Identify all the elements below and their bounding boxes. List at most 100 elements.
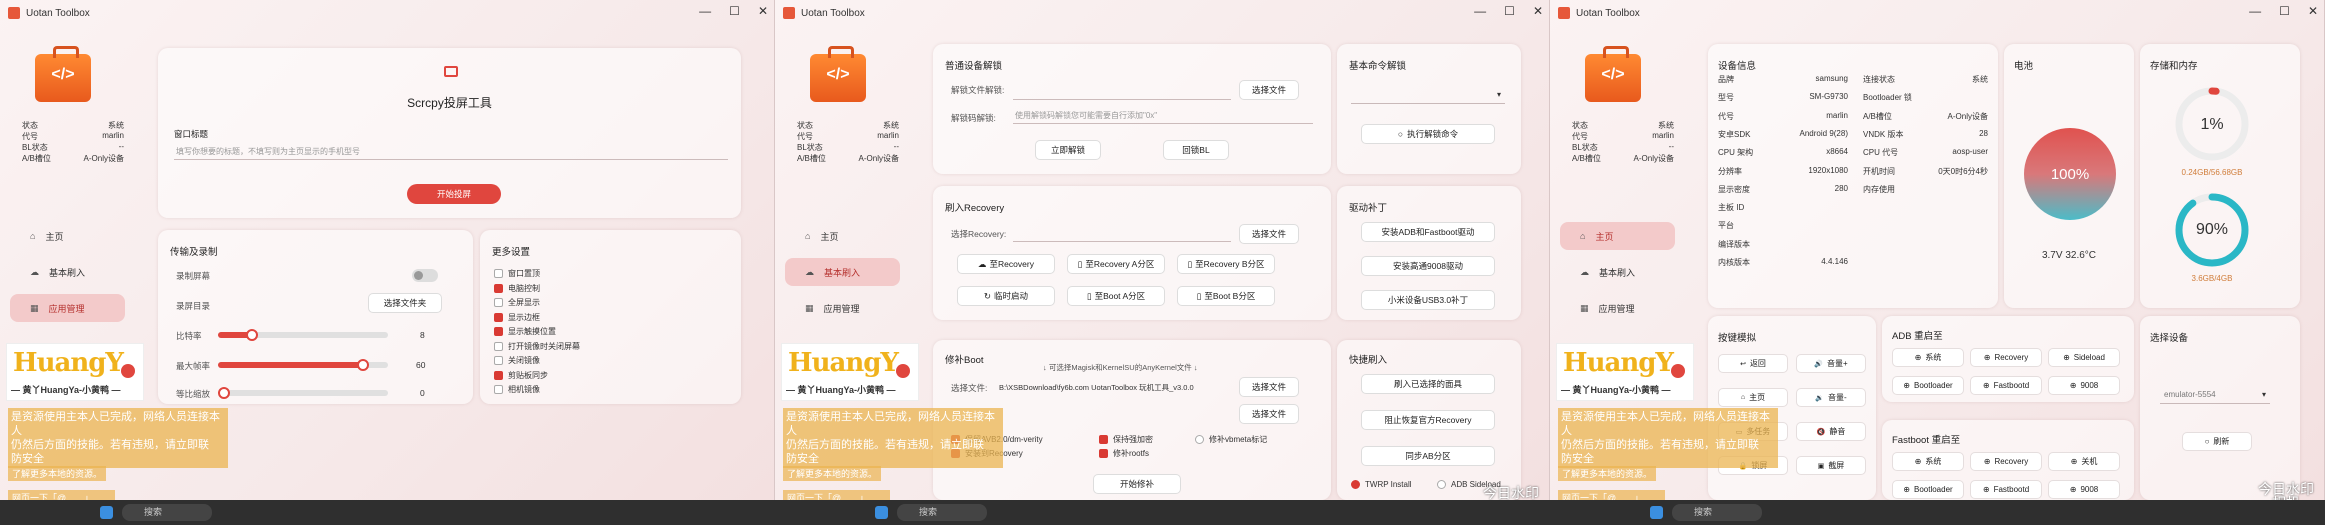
choose-folder-button[interactable]: 选择文件夹 xyxy=(368,293,442,313)
more-option[interactable]: 关闭镜像 xyxy=(494,355,540,366)
key-button[interactable]: ↩ 返回 xyxy=(1718,354,1788,373)
nav-app-manager[interactable]: ▦ 应用管理 xyxy=(785,294,900,322)
minimize-button[interactable]: — xyxy=(2249,4,2261,18)
close-button[interactable]: ✕ xyxy=(758,4,768,18)
checkbox[interactable] xyxy=(494,269,503,279)
more-option[interactable]: 显示边框 xyxy=(494,312,540,323)
nav-basic-flash[interactable]: ☁ 基本刷入 xyxy=(785,258,900,286)
run-unlock-cmd-button[interactable]: ○ 执行解锁命令 xyxy=(1361,124,1495,144)
maximize-button[interactable]: ☐ xyxy=(1504,4,1515,18)
opt-patch-rootfs[interactable]: 修补rootfs xyxy=(1099,448,1149,459)
recovery-target-button[interactable]: ▯ 至Recovery B分区 xyxy=(1177,254,1275,274)
window-title-input[interactable]: 填写你想要的标题，不填写则为主页显示的手机型号 xyxy=(174,144,728,160)
opt-keep-encrypt[interactable]: 保持强加密 xyxy=(1099,434,1153,445)
start-patch-button[interactable]: 开始修补 xyxy=(1093,474,1181,494)
reboot-target-button[interactable]: ⊕ Fastbootd xyxy=(1970,480,2042,499)
checkbox[interactable] xyxy=(494,312,503,322)
windows-start-icon-3[interactable] xyxy=(1650,506,1663,519)
more-option[interactable]: 全屏显示 xyxy=(494,297,540,308)
checkbox[interactable] xyxy=(494,385,503,395)
refresh-button[interactable]: ○ 刷新 xyxy=(2182,432,2252,451)
fps-slider[interactable] xyxy=(218,359,388,371)
start-mirror-button[interactable]: 开始投屏 xyxy=(407,184,501,204)
recovery-target-button[interactable]: ↻ 临时启动 xyxy=(957,286,1055,306)
device-select[interactable]: emulator-5554 xyxy=(2160,386,2270,404)
maximize-button[interactable]: ☐ xyxy=(729,4,740,18)
reboot-icon: ⊕ xyxy=(1982,485,1990,494)
more-option[interactable]: 相机镜像 xyxy=(494,384,540,395)
more-option[interactable]: 显示触摸位置 xyxy=(494,326,556,337)
patch-choose-file-button[interactable]: 选择文件 xyxy=(1239,377,1299,397)
xiaomi-usb3-patch-button[interactable]: 小米设备USB3.0补丁 xyxy=(1361,290,1495,310)
checkbox[interactable] xyxy=(494,370,503,380)
more-option[interactable]: 剪贴板同步 xyxy=(494,370,548,381)
radio-twrp[interactable]: TWRP Install xyxy=(1351,480,1412,490)
unlock-file-input[interactable] xyxy=(1013,84,1231,100)
taskbar-search-3[interactable]: 搜索 xyxy=(1672,504,1762,521)
sync-ab-button[interactable]: 同步AB分区 xyxy=(1361,446,1495,466)
bitrate-slider[interactable] xyxy=(218,329,388,341)
recovery-target-button[interactable]: ▯ 至Boot B分区 xyxy=(1177,286,1275,306)
unlock-now-button[interactable]: 立即解锁 xyxy=(1035,140,1101,160)
reboot-target-button[interactable]: ⊕ Bootloader xyxy=(1892,376,1964,395)
reboot-target-button[interactable]: ⊕ Recovery xyxy=(1970,452,2042,471)
more-option[interactable]: 电脑控制 xyxy=(494,283,540,294)
unlock-code-input[interactable]: 使用解锁码解锁您可能需要自行添加"0x" xyxy=(1013,108,1313,124)
reboot-target-button[interactable]: ⊕ 关机 xyxy=(2048,452,2120,471)
checkbox[interactable] xyxy=(494,327,503,337)
maximize-button[interactable]: ☐ xyxy=(2279,4,2290,18)
checkbox[interactable] xyxy=(494,283,503,293)
block-recovery-restore-button[interactable]: 阻止恢复官方Recovery xyxy=(1361,410,1495,430)
key-button[interactable]: 🔉 音量- xyxy=(1796,388,1866,407)
nav-app-manager[interactable]: ▦ 应用管理 xyxy=(1560,294,1675,322)
reboot-target-button[interactable]: ⊕ 9008 xyxy=(2048,376,2120,395)
close-button[interactable]: ✕ xyxy=(1533,4,1543,18)
minimize-button[interactable]: — xyxy=(1474,4,1486,18)
nav-home[interactable]: ⌂ 主页 xyxy=(1560,222,1675,250)
key-button[interactable]: 🔇 静音 xyxy=(1796,422,1866,441)
nav-home[interactable]: ⌂ 主页 xyxy=(10,222,125,250)
more-option[interactable]: 窗口置顶 xyxy=(494,268,540,279)
install-adb-driver-button[interactable]: 安装ADB和Fastboot驱动 xyxy=(1361,222,1495,242)
nav-basic-flash[interactable]: ☁ 基本刷入 xyxy=(10,258,125,286)
checkbox[interactable] xyxy=(494,298,503,308)
reboot-target-button[interactable]: ⊕ 系统 xyxy=(1892,452,1964,471)
close-button[interactable]: ✕ xyxy=(2308,4,2318,18)
reboot-target-button[interactable]: ⊕ Sideload xyxy=(2048,348,2120,367)
recovery-target-button[interactable]: ☁ 至Recovery xyxy=(957,254,1055,274)
record-toggle[interactable] xyxy=(412,269,438,282)
key-button[interactable]: ⌂ 主页 xyxy=(1718,388,1788,407)
apps-icon: ▦ xyxy=(30,302,39,313)
checkbox[interactable] xyxy=(494,356,503,366)
nav-home[interactable]: ⌂ 主页 xyxy=(785,222,900,250)
recovery-target-button[interactable]: ▯ 至Recovery A分区 xyxy=(1067,254,1165,274)
recovery-choose-file-button[interactable]: 选择文件 xyxy=(1239,224,1299,244)
reboot-target-button[interactable]: ⊕ 系统 xyxy=(1892,348,1964,367)
patch-choose-file-button-2[interactable]: 选择文件 xyxy=(1239,404,1299,424)
checkbox[interactable] xyxy=(494,341,503,351)
flash-magisk-button[interactable]: 刷入已选择的面具 xyxy=(1361,374,1495,394)
opt-patch-vbmeta[interactable]: 修补vbmeta标记 xyxy=(1195,434,1267,445)
key-button[interactable]: ▣ 截屏 xyxy=(1796,456,1866,475)
nav-app-manager[interactable]: ▦ 应用管理 xyxy=(10,294,125,322)
reboot-target-button[interactable]: ⊕ Fastbootd xyxy=(1970,376,2042,395)
recovery-file-input[interactable] xyxy=(1013,226,1231,242)
windows-start-icon[interactable] xyxy=(100,506,113,519)
key-button[interactable]: 🔊 音量+ xyxy=(1796,354,1866,373)
reboot-target-button[interactable]: ⊕ 9008 xyxy=(2048,480,2120,499)
scrcpy-title: Scrcpy投屏工具 xyxy=(407,96,492,110)
nav-basic-flash[interactable]: ☁ 基本刷入 xyxy=(1560,258,1675,286)
taskbar-search-2[interactable]: 搜索 xyxy=(897,504,987,521)
cmd-select[interactable] xyxy=(1351,86,1505,104)
unlock-choose-file-button[interactable]: 选择文件 xyxy=(1239,80,1299,100)
size-slider[interactable] xyxy=(218,387,388,399)
windows-start-icon-2[interactable] xyxy=(875,506,888,519)
taskbar-search[interactable]: 搜索 xyxy=(122,504,212,521)
reboot-target-button[interactable]: ⊕ Recovery xyxy=(1970,348,2042,367)
recovery-target-button[interactable]: ▯ 至Boot A分区 xyxy=(1067,286,1165,306)
relock-bl-button[interactable]: 回锁BL xyxy=(1163,140,1229,160)
install-9008-driver-button[interactable]: 安装高通9008驱动 xyxy=(1361,256,1495,276)
minimize-button[interactable]: — xyxy=(699,4,711,18)
more-option[interactable]: 打开镜像时关闭屏幕 xyxy=(494,341,580,352)
reboot-target-button[interactable]: ⊕ Bootloader xyxy=(1892,480,1964,499)
